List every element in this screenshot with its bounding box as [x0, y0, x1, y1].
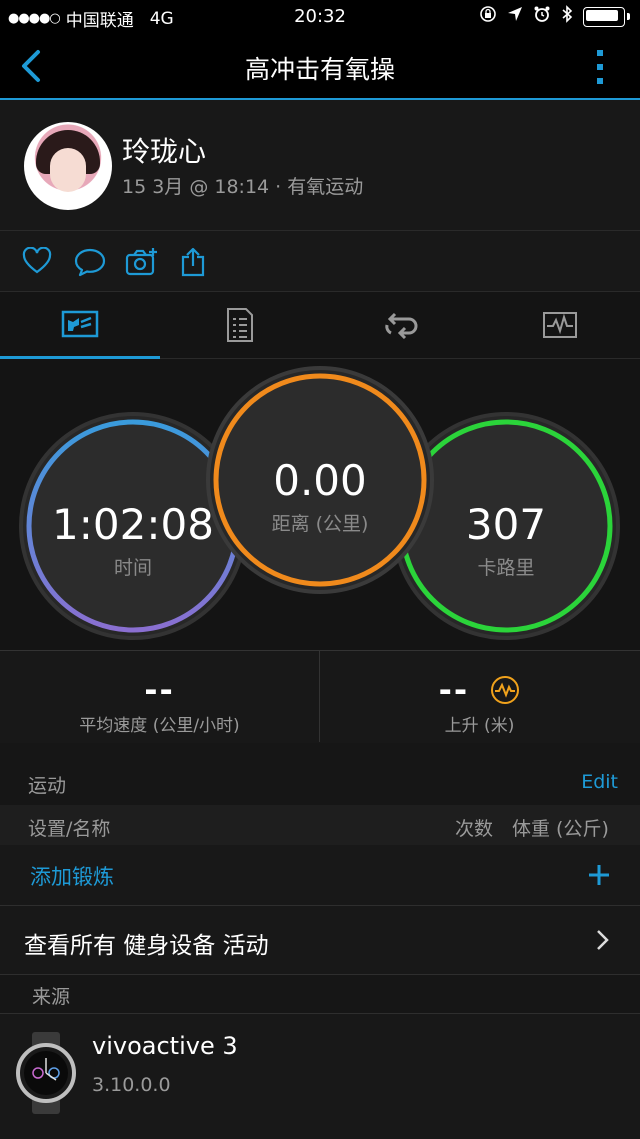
social-actions: [0, 231, 640, 292]
tab-laps[interactable]: [320, 292, 480, 358]
ascent-value: --: [438, 671, 470, 709]
calories-value: 307: [465, 500, 547, 549]
calories-metric: 307 卡路里: [396, 500, 616, 580]
exercise-section-label: 运动: [28, 775, 67, 797]
chart-tab-icon: [543, 312, 577, 338]
avg-speed-label: 平均速度 (公里/小时): [79, 716, 240, 736]
lock-rotation-icon: [479, 5, 497, 28]
col-weight: 体重 (公斤): [512, 818, 609, 840]
tab-details[interactable]: [160, 292, 320, 358]
alarm-icon: [533, 5, 551, 28]
heart-icon[interactable]: [22, 247, 52, 275]
source-device-row[interactable]: vivoactive 3 3.10.0.0: [0, 1013, 640, 1139]
camera-add-icon[interactable]: [125, 247, 159, 277]
avg-speed-stat: -- 平均速度 (公里/小时): [0, 651, 319, 743]
activity-meta: 15 3月 @ 18:14 · 有氧运动: [122, 176, 364, 198]
exercise-columns: 设置/名称 次数 体重 (公斤): [0, 805, 640, 845]
ascent-stat: -- 上升 (米): [320, 651, 639, 743]
col-reps: 次数: [455, 818, 494, 840]
add-exercise-row[interactable]: 添加锻炼: [0, 845, 640, 906]
profile-name: 玲珑心: [122, 135, 207, 168]
plus-icon[interactable]: [588, 864, 610, 886]
source-section-label: 来源: [32, 986, 71, 1008]
view-all-row[interactable]: 查看所有 健身设备 活动: [0, 906, 640, 975]
device-name: vivoactive 3: [92, 1032, 238, 1060]
page-title: 高冲击有氧操: [244, 55, 395, 84]
avg-speed-value: --: [144, 671, 175, 709]
details-tab-icon: [227, 308, 253, 342]
activity-tabs: [0, 292, 640, 359]
stats-row: -- 平均速度 (公里/小时) -- 上升 (米): [0, 650, 640, 744]
active-tab-indicator: [0, 356, 160, 359]
status-bar: ●●●●○ 中国联通 4G 20:32: [0, 0, 640, 32]
more-icon[interactable]: [596, 48, 604, 86]
avatar[interactable]: [24, 122, 112, 210]
col-name: 设置/名称: [28, 818, 111, 840]
edit-button[interactable]: Edit: [581, 771, 618, 793]
watch-icon: [16, 1032, 76, 1114]
source-section: 来源: [0, 975, 640, 1013]
profile-header: [0, 100, 640, 231]
time-label: 时间: [113, 557, 152, 579]
ascent-label: 上升 (米): [444, 716, 515, 736]
overview-tab-icon: [61, 310, 99, 338]
laps-tab-icon: [385, 312, 418, 339]
elevation-icon[interactable]: [490, 675, 520, 705]
exercise-section: 运动 Edit: [0, 743, 640, 805]
bluetooth-icon: [561, 5, 573, 28]
location-icon: [507, 6, 523, 27]
distance-value: 0.00: [273, 456, 367, 505]
share-icon[interactable]: [180, 247, 206, 277]
stats-divider: [319, 650, 320, 742]
comment-icon[interactable]: [74, 247, 106, 277]
device-version: 3.10.0.0: [92, 1074, 171, 1096]
tab-charts[interactable]: [480, 292, 640, 358]
nav-bar: 高冲击有氧操: [0, 32, 640, 98]
tab-overview[interactable]: [0, 292, 160, 358]
calories-label: 卡路里: [477, 557, 535, 579]
view-all-label: 查看所有 健身设备 活动: [24, 933, 269, 959]
chevron-right-icon[interactable]: [596, 929, 610, 951]
add-exercise-label[interactable]: 添加锻炼: [30, 861, 114, 891]
summary-rings: 1:02:08 时间 0.00 距离 (公里) 307 卡路里: [0, 360, 640, 650]
battery-icon: [583, 6, 625, 27]
